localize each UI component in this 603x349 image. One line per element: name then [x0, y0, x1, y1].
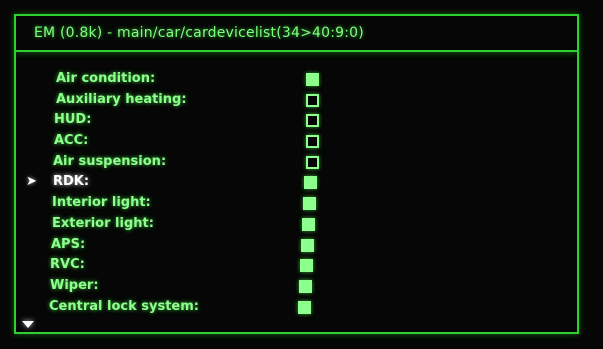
engineering-menu-screen: EM (0.8k) - main/car/cardevicelist(34>40…: [0, 0, 603, 349]
list-item-rvc[interactable]: RVC:: [16, 256, 577, 277]
list-item-central-lock-system[interactable]: Central lock system:: [16, 298, 577, 319]
list-item-rdk[interactable]: ➤ RDK:: [16, 173, 577, 194]
checkbox-hud[interactable]: [306, 114, 319, 128]
checkbox-wiper[interactable]: [299, 279, 312, 293]
item-label: ACC:: [54, 133, 89, 149]
checkbox-rdk[interactable]: [304, 176, 317, 190]
item-label: RVC:: [50, 257, 85, 273]
item-label: RDK:: [53, 174, 90, 190]
list-item-air-suspension[interactable]: Air suspension:: [16, 153, 577, 174]
list-item-interior-light[interactable]: Interior light:: [16, 194, 577, 215]
item-label: Wiper:: [50, 277, 99, 293]
checkbox-central-lock-system[interactable]: [298, 300, 311, 314]
page-title: EM (0.8k) - main/car/cardevicelist(34>40…: [34, 25, 364, 41]
item-label: Interior light:: [52, 195, 151, 211]
item-label: APS:: [51, 236, 86, 252]
checkbox-air-condition[interactable]: [306, 73, 319, 86]
device-list: Air condition: Auxiliary heating: HUD: A…: [16, 70, 577, 318]
selection-arrow-icon: ➤: [26, 174, 37, 190]
checkbox-acc[interactable]: [306, 135, 319, 149]
checkbox-air-suspension[interactable]: [306, 155, 319, 169]
scroll-down-arrow-icon[interactable]: [22, 321, 34, 328]
item-label: HUD:: [54, 112, 92, 128]
list-item-hud[interactable]: HUD:: [16, 111, 577, 132]
list-item-aps[interactable]: APS:: [16, 236, 577, 257]
checkbox-interior-light[interactable]: [303, 197, 316, 211]
checkbox-exterior-light[interactable]: [302, 217, 315, 231]
checkbox-rvc[interactable]: [300, 259, 313, 273]
list-item-auxiliary-heating[interactable]: Auxiliary heating:: [16, 91, 577, 112]
list-item-exterior-light[interactable]: Exterior light:: [16, 215, 577, 236]
checkbox-aps[interactable]: [301, 238, 314, 252]
item-label: Exterior light:: [52, 215, 154, 231]
menu-frame: EM (0.8k) - main/car/cardevicelist(34>40…: [14, 14, 579, 334]
list-item-air-condition[interactable]: Air condition:: [16, 70, 577, 91]
item-label: Central lock system:: [49, 298, 199, 314]
list-item-acc[interactable]: ACC:: [16, 132, 577, 153]
item-label: Air suspension:: [53, 153, 167, 169]
checkbox-auxiliary-heating[interactable]: [306, 93, 319, 107]
list-item-wiper[interactable]: Wiper:: [16, 277, 577, 298]
item-label: Air condition:: [56, 71, 156, 86]
title-bar: EM (0.8k) - main/car/cardevicelist(34>40…: [16, 16, 577, 52]
item-label: Auxiliary heating:: [56, 91, 187, 107]
